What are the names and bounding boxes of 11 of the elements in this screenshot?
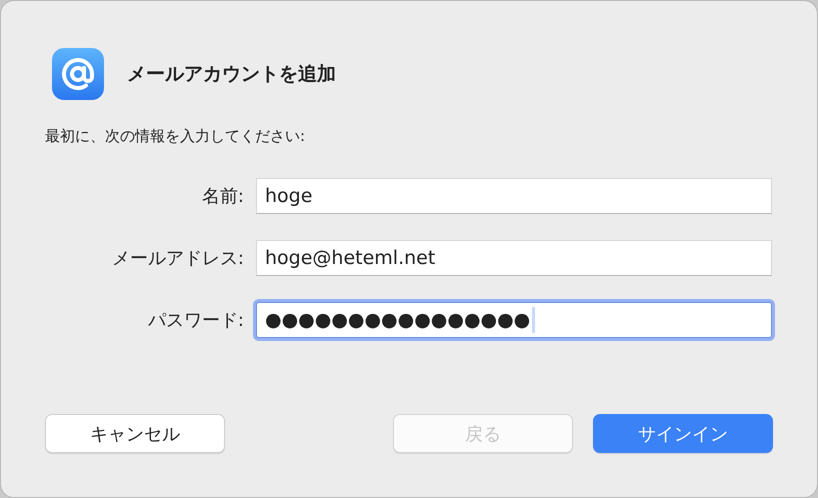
mail-at-icon <box>51 47 105 101</box>
input-field[interactable]: hoge <box>256 178 772 214</box>
field-label: パスワード: <box>146 309 244 332</box>
dialog-title: メールアカウントを追加 <box>127 62 336 87</box>
dialog-button[interactable]: キャンセル <box>45 414 225 453</box>
sign-in-button[interactable]: サインイン <box>593 414 773 453</box>
field-label: 名前: <box>200 185 244 208</box>
input-field[interactable]: hoge@heteml.net <box>256 240 772 276</box>
field-label: メールアドレス: <box>110 247 244 270</box>
instruction-text: 最初に、次の情報を入力してください: <box>45 127 306 146</box>
input-field[interactable]: ●●●●●●●●●●●●●●●● <box>256 302 772 338</box>
